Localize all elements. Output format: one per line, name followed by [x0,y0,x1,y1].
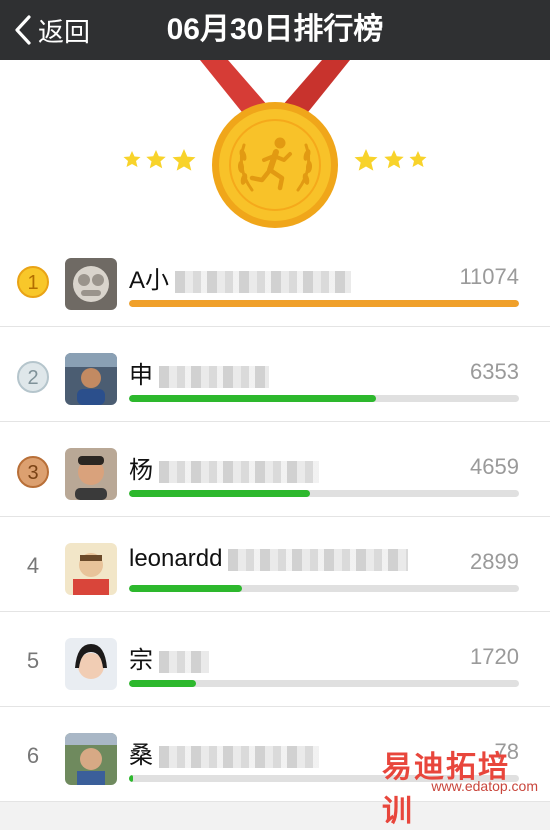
ranking-list: 1 A小 11074 2 申 6353 3 杨 4659 4 leonardd … [0,232,550,802]
user-name: 申 [129,355,269,390]
watermark: 易迪拓培训 www.edatop.com [382,742,542,828]
nav-bar: 返回 06月30日排行榜 [0,0,550,60]
progress-bar [129,585,519,592]
user-name: 杨 [129,450,319,485]
step-count: 4659 [470,454,519,479]
user-name: 宗 [129,640,209,675]
user-name: A小 [129,260,352,295]
rank-badge: 5 [26,648,40,673]
progress-fill [129,775,133,782]
progress-fill [129,300,519,307]
progress-fill [129,680,197,687]
progress-fill [129,490,310,497]
user-name: leonardd [129,545,409,573]
step-count: 2899 [470,549,519,574]
step-count: 6353 [470,359,519,384]
rank-badge: 2 [17,361,49,393]
progress-fill [129,395,377,402]
watermark-url: www.edatop.com [431,778,538,794]
rank-badge: 3 [17,456,49,488]
step-count: 11074 [459,264,519,289]
ranking-row[interactable]: 4 leonardd 2899 [0,517,550,612]
page-title: 06月30日排行榜 [166,13,384,46]
ranking-row[interactable]: 2 申 6353 [0,327,550,422]
blurred-name [159,650,209,673]
avatar[interactable] [65,733,117,785]
blurred-name [159,460,319,483]
ranking-row[interactable]: 5 宗 1720 [0,612,550,707]
medal-banner [0,60,550,232]
step-count: 1720 [470,644,519,669]
blurred-name [175,270,352,293]
avatar[interactable] [65,543,117,595]
progress-bar [129,680,519,687]
blurred-name [159,745,319,768]
ranking-row[interactable]: 3 杨 4659 [0,422,550,517]
avatar[interactable] [65,353,117,405]
avatar[interactable] [65,638,117,690]
progress-fill [129,585,243,592]
medal-icon [123,60,427,228]
rank-badge: 1 [17,266,49,298]
ranking-row[interactable]: 1 A小 11074 [0,232,550,327]
blurred-name [159,365,269,388]
progress-bar [129,300,519,307]
user-name: 桑 [129,735,319,770]
progress-bar [129,395,519,402]
blurred-name [228,548,409,571]
rank-badge: 4 [26,553,40,578]
rank-badge: 6 [26,743,40,768]
avatar[interactable] [65,258,117,310]
avatar[interactable] [65,448,117,500]
progress-bar [129,490,519,497]
